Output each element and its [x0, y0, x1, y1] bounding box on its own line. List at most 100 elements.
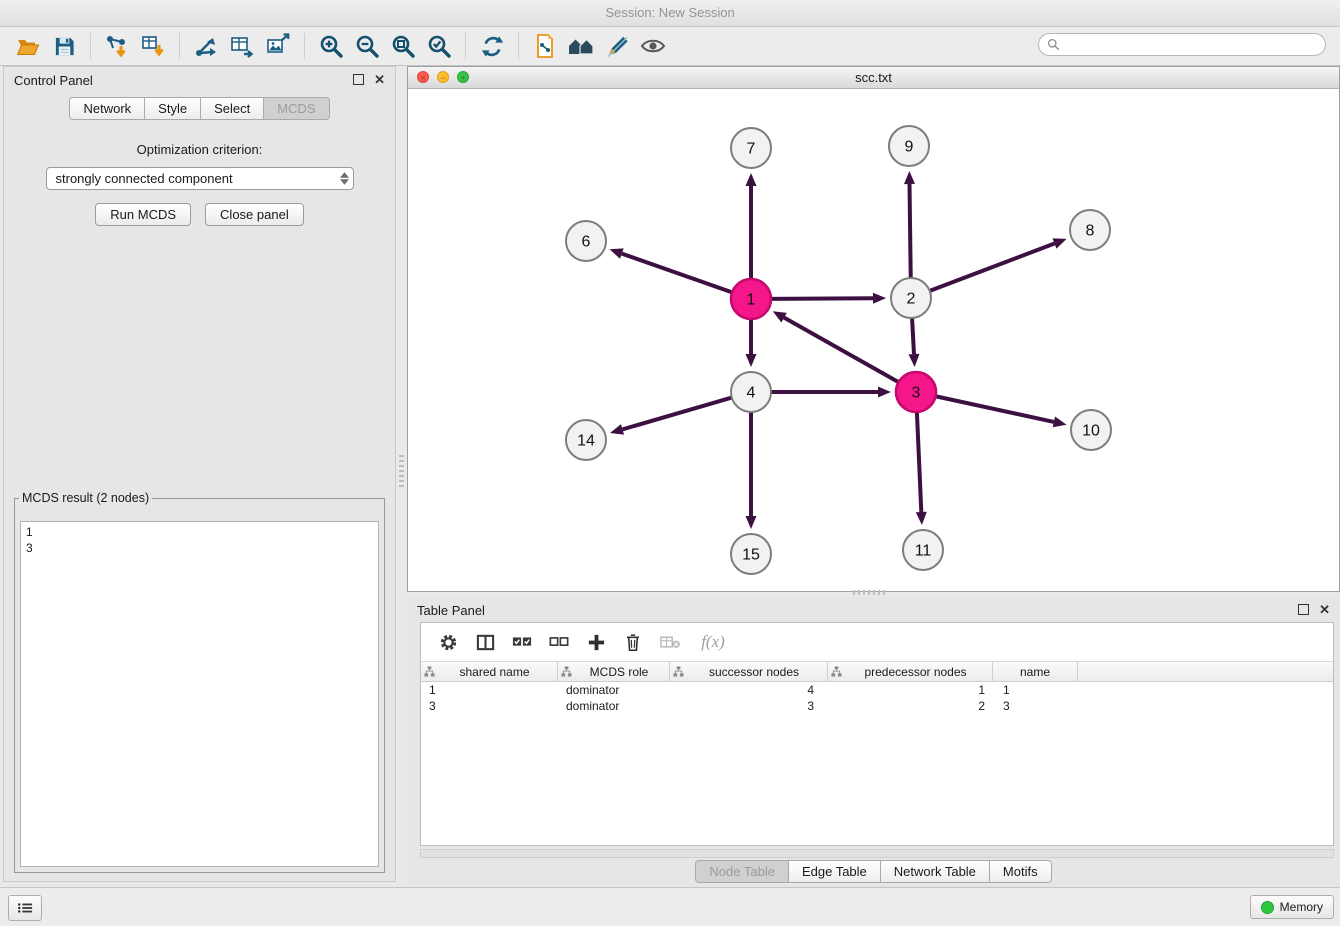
open-session-button[interactable]	[10, 29, 46, 63]
table-settings-button[interactable]	[433, 628, 463, 656]
tab-node-table[interactable]: Node Table	[695, 860, 789, 883]
open-network-file-button[interactable]	[527, 29, 563, 63]
table-row[interactable]: 3dominator323	[421, 698, 1333, 714]
horizontal-scrollbar[interactable]	[420, 849, 1334, 858]
import-table-button[interactable]	[135, 29, 171, 63]
column-header-name[interactable]: name	[993, 662, 1078, 681]
delete-row-button[interactable]	[618, 628, 648, 656]
optimization-criterion-label: Optimization criterion:	[4, 142, 395, 157]
graph-edge-4-14[interactable]	[622, 398, 731, 430]
tab-network-table[interactable]: Network Table	[881, 860, 990, 883]
table-cell[interactable]: 1	[993, 683, 1078, 697]
column-header-successor-nodes[interactable]: successor nodes	[670, 662, 828, 681]
run-mcds-button[interactable]: Run MCDS	[95, 203, 191, 226]
minimize-window-icon[interactable]: −	[437, 71, 449, 83]
graph-edge-arrow	[1053, 417, 1067, 428]
column-header-mcds-role[interactable]: MCDS role	[558, 662, 670, 681]
network-window-titlebar[interactable]: scc.txt × − +	[408, 67, 1339, 89]
criterion-dropdown[interactable]: strongly connected component	[46, 167, 354, 190]
search-field[interactable]	[1038, 33, 1326, 56]
horizontal-splitter-handle[interactable]	[853, 590, 887, 595]
import-network-button[interactable]	[99, 29, 135, 63]
graph-edge-2-9[interactable]	[910, 184, 911, 278]
table-cell[interactable]: 2	[828, 699, 993, 713]
table-cell[interactable]: dominator	[558, 699, 670, 713]
export-image-button[interactable]	[260, 29, 296, 63]
refresh-view-button[interactable]	[474, 29, 510, 63]
graph-edge-2-8[interactable]	[930, 243, 1055, 290]
graph-edge-1-2[interactable]	[771, 298, 873, 299]
new-network-button[interactable]	[188, 29, 224, 63]
network-canvas[interactable]: 7968124314101511	[408, 89, 1339, 592]
graph-node-label: 2	[907, 291, 916, 308]
table-cell[interactable]: 3	[993, 699, 1078, 713]
import-table-icon	[140, 33, 166, 59]
zoom-in-button[interactable]	[313, 29, 349, 63]
save-session-button[interactable]	[46, 29, 82, 63]
zoom-selected-button[interactable]	[421, 29, 457, 63]
check-all-icon	[512, 635, 532, 649]
close-panel-button[interactable]: Close panel	[205, 203, 304, 226]
zoom-out-button[interactable]	[349, 29, 385, 63]
graph-edge-1-6[interactable]	[622, 254, 732, 293]
tab-motifs[interactable]: Motifs	[990, 860, 1052, 883]
mcds-result-text[interactable]: 13	[20, 521, 379, 867]
table-row[interactable]: 1dominator411	[421, 682, 1333, 698]
show-hide-details-button[interactable]	[635, 29, 671, 63]
table-cell[interactable]: dominator	[558, 683, 670, 697]
delete-table-button[interactable]	[655, 628, 685, 656]
graph-edge-arrow	[610, 248, 624, 258]
tab-edge-table[interactable]: Edge Table	[789, 860, 881, 883]
table-cell[interactable]: 3	[421, 699, 558, 713]
tab-mcds[interactable]: MCDS	[264, 97, 329, 120]
toolbar-separator	[518, 33, 519, 59]
graph-edge-3-11[interactable]	[917, 412, 921, 512]
zoom-fit-button[interactable]	[385, 29, 421, 63]
close-panel-icon[interactable]: ✕	[374, 74, 385, 86]
control-panel-header: Control Panel ✕	[4, 67, 395, 93]
graph-edge-3-1[interactable]	[784, 318, 898, 383]
close-window-icon[interactable]: ×	[417, 71, 429, 83]
table-panel-tabs: Node Table Edge Table Network Table Moti…	[407, 860, 1340, 883]
table-cell[interactable]: 1	[421, 683, 558, 697]
column-header-shared-name[interactable]: shared name	[421, 662, 558, 681]
attribute-tree-icon	[561, 666, 572, 677]
vertical-splitter-handle[interactable]	[399, 455, 404, 489]
control-panel-tabs: Network Style Select MCDS	[4, 97, 395, 120]
split-table-button[interactable]	[470, 628, 500, 656]
column-label: predecessor nodes	[842, 665, 989, 679]
image-export-icon	[265, 33, 291, 59]
table-panel-header: Table Panel ✕	[407, 597, 1340, 623]
float-panel-icon[interactable]	[353, 74, 364, 87]
memory-button[interactable]: Memory	[1250, 895, 1334, 919]
add-row-button[interactable]	[581, 628, 611, 656]
show-panels-button[interactable]	[8, 895, 42, 921]
tab-select[interactable]: Select	[201, 97, 264, 120]
graph-edge-arrow	[746, 354, 757, 367]
paint-brush-icon	[605, 34, 630, 59]
graph-edge-arrow	[904, 171, 915, 184]
new-table-button[interactable]	[224, 29, 260, 63]
search-input[interactable]	[1065, 37, 1325, 53]
network-file-icon	[532, 33, 558, 59]
deselect-all-button[interactable]	[544, 628, 574, 656]
tab-network[interactable]: Network	[69, 97, 145, 120]
column-header-predecessor-nodes[interactable]: predecessor nodes	[828, 662, 993, 681]
first-neighbors-button[interactable]	[563, 29, 599, 63]
float-table-panel-icon[interactable]	[1298, 604, 1309, 617]
criterion-value: strongly connected component	[56, 171, 233, 186]
table-panel: Table Panel ✕	[407, 597, 1340, 888]
mcds-result-title: MCDS result (2 nodes)	[19, 491, 152, 505]
graph-edge-3-10[interactable]	[936, 396, 1054, 422]
tab-style[interactable]: Style	[145, 97, 201, 120]
table-cell[interactable]: 4	[670, 683, 828, 697]
table-toolbar: f(x)	[421, 623, 1333, 661]
select-all-button[interactable]	[507, 628, 537, 656]
zoom-window-icon[interactable]: +	[457, 71, 469, 83]
graph-edge-2-3[interactable]	[912, 318, 914, 354]
function-builder-button[interactable]: f(x)	[692, 628, 734, 656]
close-table-panel-icon[interactable]: ✕	[1319, 604, 1330, 616]
apply-style-button[interactable]	[599, 29, 635, 63]
table-cell[interactable]: 1	[828, 683, 993, 697]
table-cell[interactable]: 3	[670, 699, 828, 713]
